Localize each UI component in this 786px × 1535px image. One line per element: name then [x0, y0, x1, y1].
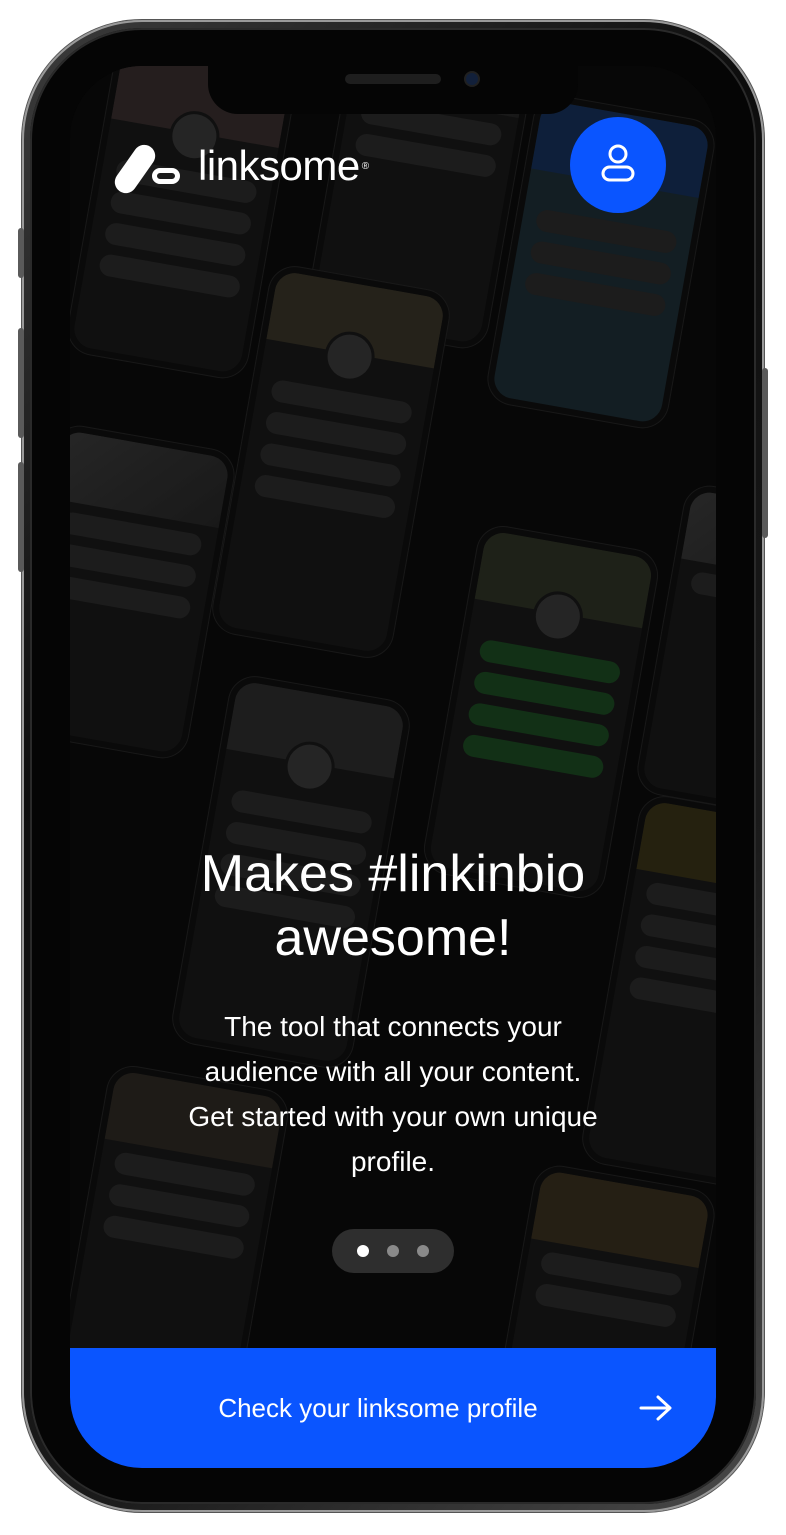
- speaker-grille: [345, 74, 441, 84]
- notch: [208, 64, 578, 114]
- brand-name: linksome: [198, 142, 360, 189]
- hero-headline: Makes #linkinbio awesome!: [100, 842, 686, 970]
- front-camera: [466, 73, 478, 85]
- description-line: profile.: [350, 1146, 436, 1177]
- arrow-right-icon: [626, 1388, 686, 1428]
- brand-logo[interactable]: linksome ®: [110, 138, 370, 198]
- carousel-pager: [332, 1229, 454, 1273]
- pager-dot[interactable]: [417, 1245, 429, 1257]
- profile-button[interactable]: [570, 117, 666, 213]
- pager-dot[interactable]: [387, 1245, 399, 1257]
- linksome-logo-icon: [110, 138, 194, 198]
- volume-down-button: [18, 462, 24, 572]
- mute-switch: [18, 228, 24, 278]
- registered-mark: ®: [361, 160, 370, 172]
- description-line: Get started with your own unique: [188, 1101, 598, 1132]
- user-icon: [600, 143, 636, 188]
- volume-up-button: [18, 328, 24, 438]
- hero-description: The tool that connects your audience wit…: [130, 1004, 656, 1184]
- power-button: [762, 368, 768, 538]
- headline-line: Makes #linkinbio: [200, 845, 586, 903]
- headline-line: awesome!: [274, 909, 512, 967]
- cta-label: Check your linksome profile: [218, 1392, 538, 1423]
- pager-dot-active[interactable]: [357, 1245, 369, 1257]
- description-line: audience with all your content.: [204, 1056, 582, 1087]
- check-profile-button[interactable]: Check your linksome profile: [70, 1348, 716, 1468]
- description-line: The tool that connects your: [224, 1011, 562, 1042]
